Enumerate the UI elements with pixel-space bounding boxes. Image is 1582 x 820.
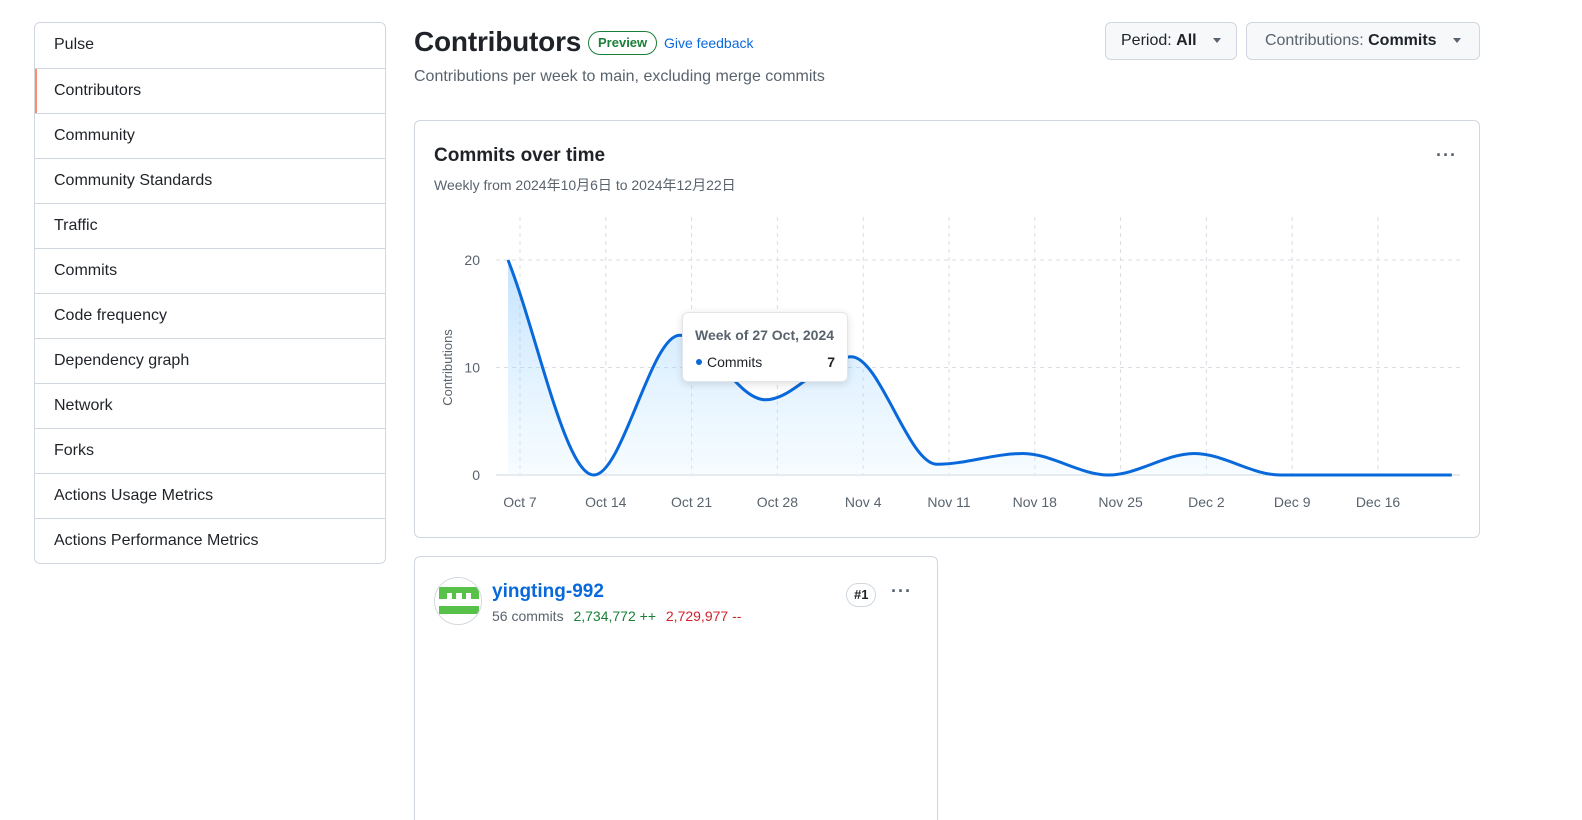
- period-key: Period:: [1121, 32, 1172, 49]
- insights-sidebar: Pulse Contributors Community Community Stan…: [34, 22, 386, 564]
- sidebar-item-dependency-graph[interactable]: Dependency graph: [35, 338, 385, 383]
- sidebar-item-code-frequency[interactable]: Code frequency: [35, 293, 385, 338]
- kebab-menu-icon[interactable]: ···: [891, 581, 912, 602]
- give-feedback-link[interactable]: Give feedback: [664, 35, 754, 51]
- contributions-key: Contributions:: [1264, 32, 1364, 49]
- kebab-menu-icon[interactable]: ···: [1436, 145, 1457, 166]
- sidebar-item-forks[interactable]: Forks: [35, 428, 385, 473]
- commits-chart-card: Commits over time Weekly from 2024年10月6日…: [414, 120, 1480, 538]
- sidebar-item-actions-performance-metrics[interactable]: Actions Performance Metrics: [35, 518, 385, 563]
- page-title: Contributors: [414, 26, 582, 57]
- sidebar-item-pulse[interactable]: Pulse: [35, 23, 385, 68]
- deletions-count: 2,729,977 --: [665, 608, 742, 624]
- sidebar-item-contributors[interactable]: Contributors: [35, 68, 385, 113]
- series-dot-icon: [696, 359, 702, 365]
- tooltip-title: Week of 27 Oct, 2024: [695, 327, 835, 343]
- caret-down-icon: [1453, 38, 1462, 44]
- contributor-card: yingting-992 56 commits 2,734,772 ++ 2,7…: [414, 556, 938, 820]
- period-select-button[interactable]: Period: All: [1105, 22, 1237, 60]
- period-value: All: [1176, 32, 1197, 49]
- commit-count[interactable]: 56 commits: [492, 608, 564, 624]
- avatar[interactable]: [434, 577, 482, 625]
- caret-down-icon: [1213, 38, 1222, 44]
- contributor-username-link[interactable]: yingting-992: [492, 581, 604, 603]
- contributions-select-button[interactable]: Contributions: Commits: [1246, 22, 1480, 60]
- contributions-value: Commits: [1368, 32, 1437, 49]
- sidebar-item-network[interactable]: Network: [35, 383, 385, 428]
- additions-count: 2,734,772 ++: [573, 608, 656, 624]
- sidebar-item-community[interactable]: Community: [35, 113, 385, 158]
- preview-badge: Preview: [588, 31, 658, 55]
- identicon-icon: [435, 578, 481, 624]
- sidebar-item-commits[interactable]: Commits: [35, 248, 385, 293]
- chart-tooltip: Week of 27 Oct, 2024 Commits 7: [682, 312, 848, 382]
- chart-title: Commits over time: [434, 145, 606, 166]
- tooltip-series-label: Commits: [707, 354, 763, 370]
- chart-subtitle: Weekly from 2024年10月6日 to 2024年12月22日: [434, 177, 736, 193]
- sidebar-item-actions-usage-metrics[interactable]: Actions Usage Metrics: [35, 473, 385, 518]
- rank-badge: #1: [846, 583, 877, 607]
- tooltip-series-value: 7: [827, 354, 835, 370]
- page-subtitle: Contributions per week to main, excludin…: [414, 68, 825, 85]
- sidebar-item-community-standards[interactable]: Community Standards: [35, 158, 385, 203]
- contributor-stats: 56 commits 2,734,772 ++ 2,729,977 --: [492, 608, 741, 624]
- sidebar-item-traffic[interactable]: Traffic: [35, 203, 385, 248]
